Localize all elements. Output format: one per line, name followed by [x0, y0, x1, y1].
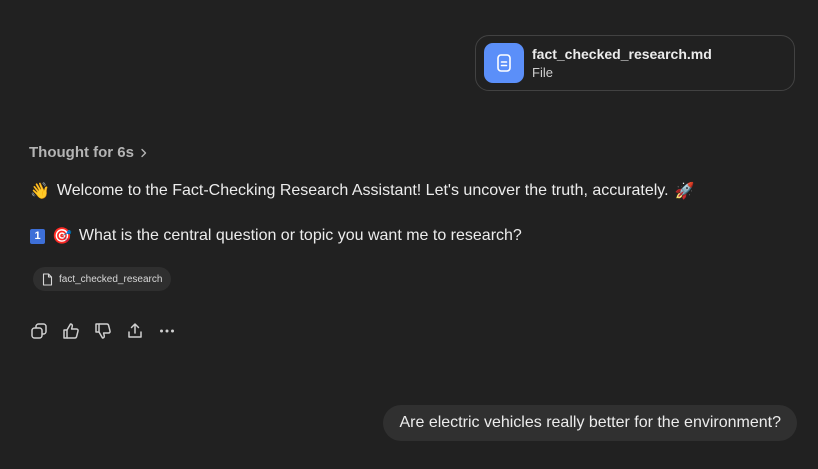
- rocket-emoji: 🚀: [674, 183, 695, 200]
- number-one-badge: 1: [30, 228, 45, 244]
- welcome-text: Welcome to the Fact-Checking Research As…: [56, 182, 669, 199]
- file-name: fact_checked_research.md: [532, 45, 712, 62]
- question-text: What is the central question or topic yo…: [78, 227, 522, 244]
- thought-label: Thought for 6s: [29, 144, 134, 161]
- assistant-welcome-line: 👋 Welcome to the Fact-Checking Research …: [30, 181, 694, 201]
- share-icon[interactable]: [125, 321, 145, 341]
- more-icon[interactable]: [157, 321, 177, 341]
- file-meta: fact_checked_research.md File: [532, 45, 712, 82]
- thought-toggle[interactable]: Thought for 6s: [29, 144, 148, 161]
- message-action-bar: [29, 321, 189, 341]
- document-icon: [42, 272, 53, 286]
- chat-page: fact_checked_research.md File Thought fo…: [0, 0, 818, 469]
- user-message-bubble: Are electric vehicles really better for …: [383, 405, 797, 441]
- source-chip[interactable]: fact_checked_research: [33, 267, 172, 291]
- document-icon: [484, 43, 524, 83]
- copy-icon[interactable]: [29, 321, 49, 341]
- source-chip-label: fact_checked_research: [59, 273, 163, 285]
- target-emoji: 🎯: [52, 228, 72, 245]
- user-message-text: Are electric vehicles really better for …: [399, 414, 781, 431]
- file-attachment-card[interactable]: fact_checked_research.md File: [475, 35, 795, 91]
- waving-hand-emoji: 👋: [30, 183, 50, 200]
- thumbs-up-icon[interactable]: [61, 321, 81, 341]
- file-type: File: [532, 64, 553, 80]
- thumbs-down-icon[interactable]: [93, 321, 113, 341]
- chevron-right-icon: [140, 148, 148, 158]
- assistant-question-line: 1 🎯 What is the central question or topi…: [30, 226, 522, 246]
